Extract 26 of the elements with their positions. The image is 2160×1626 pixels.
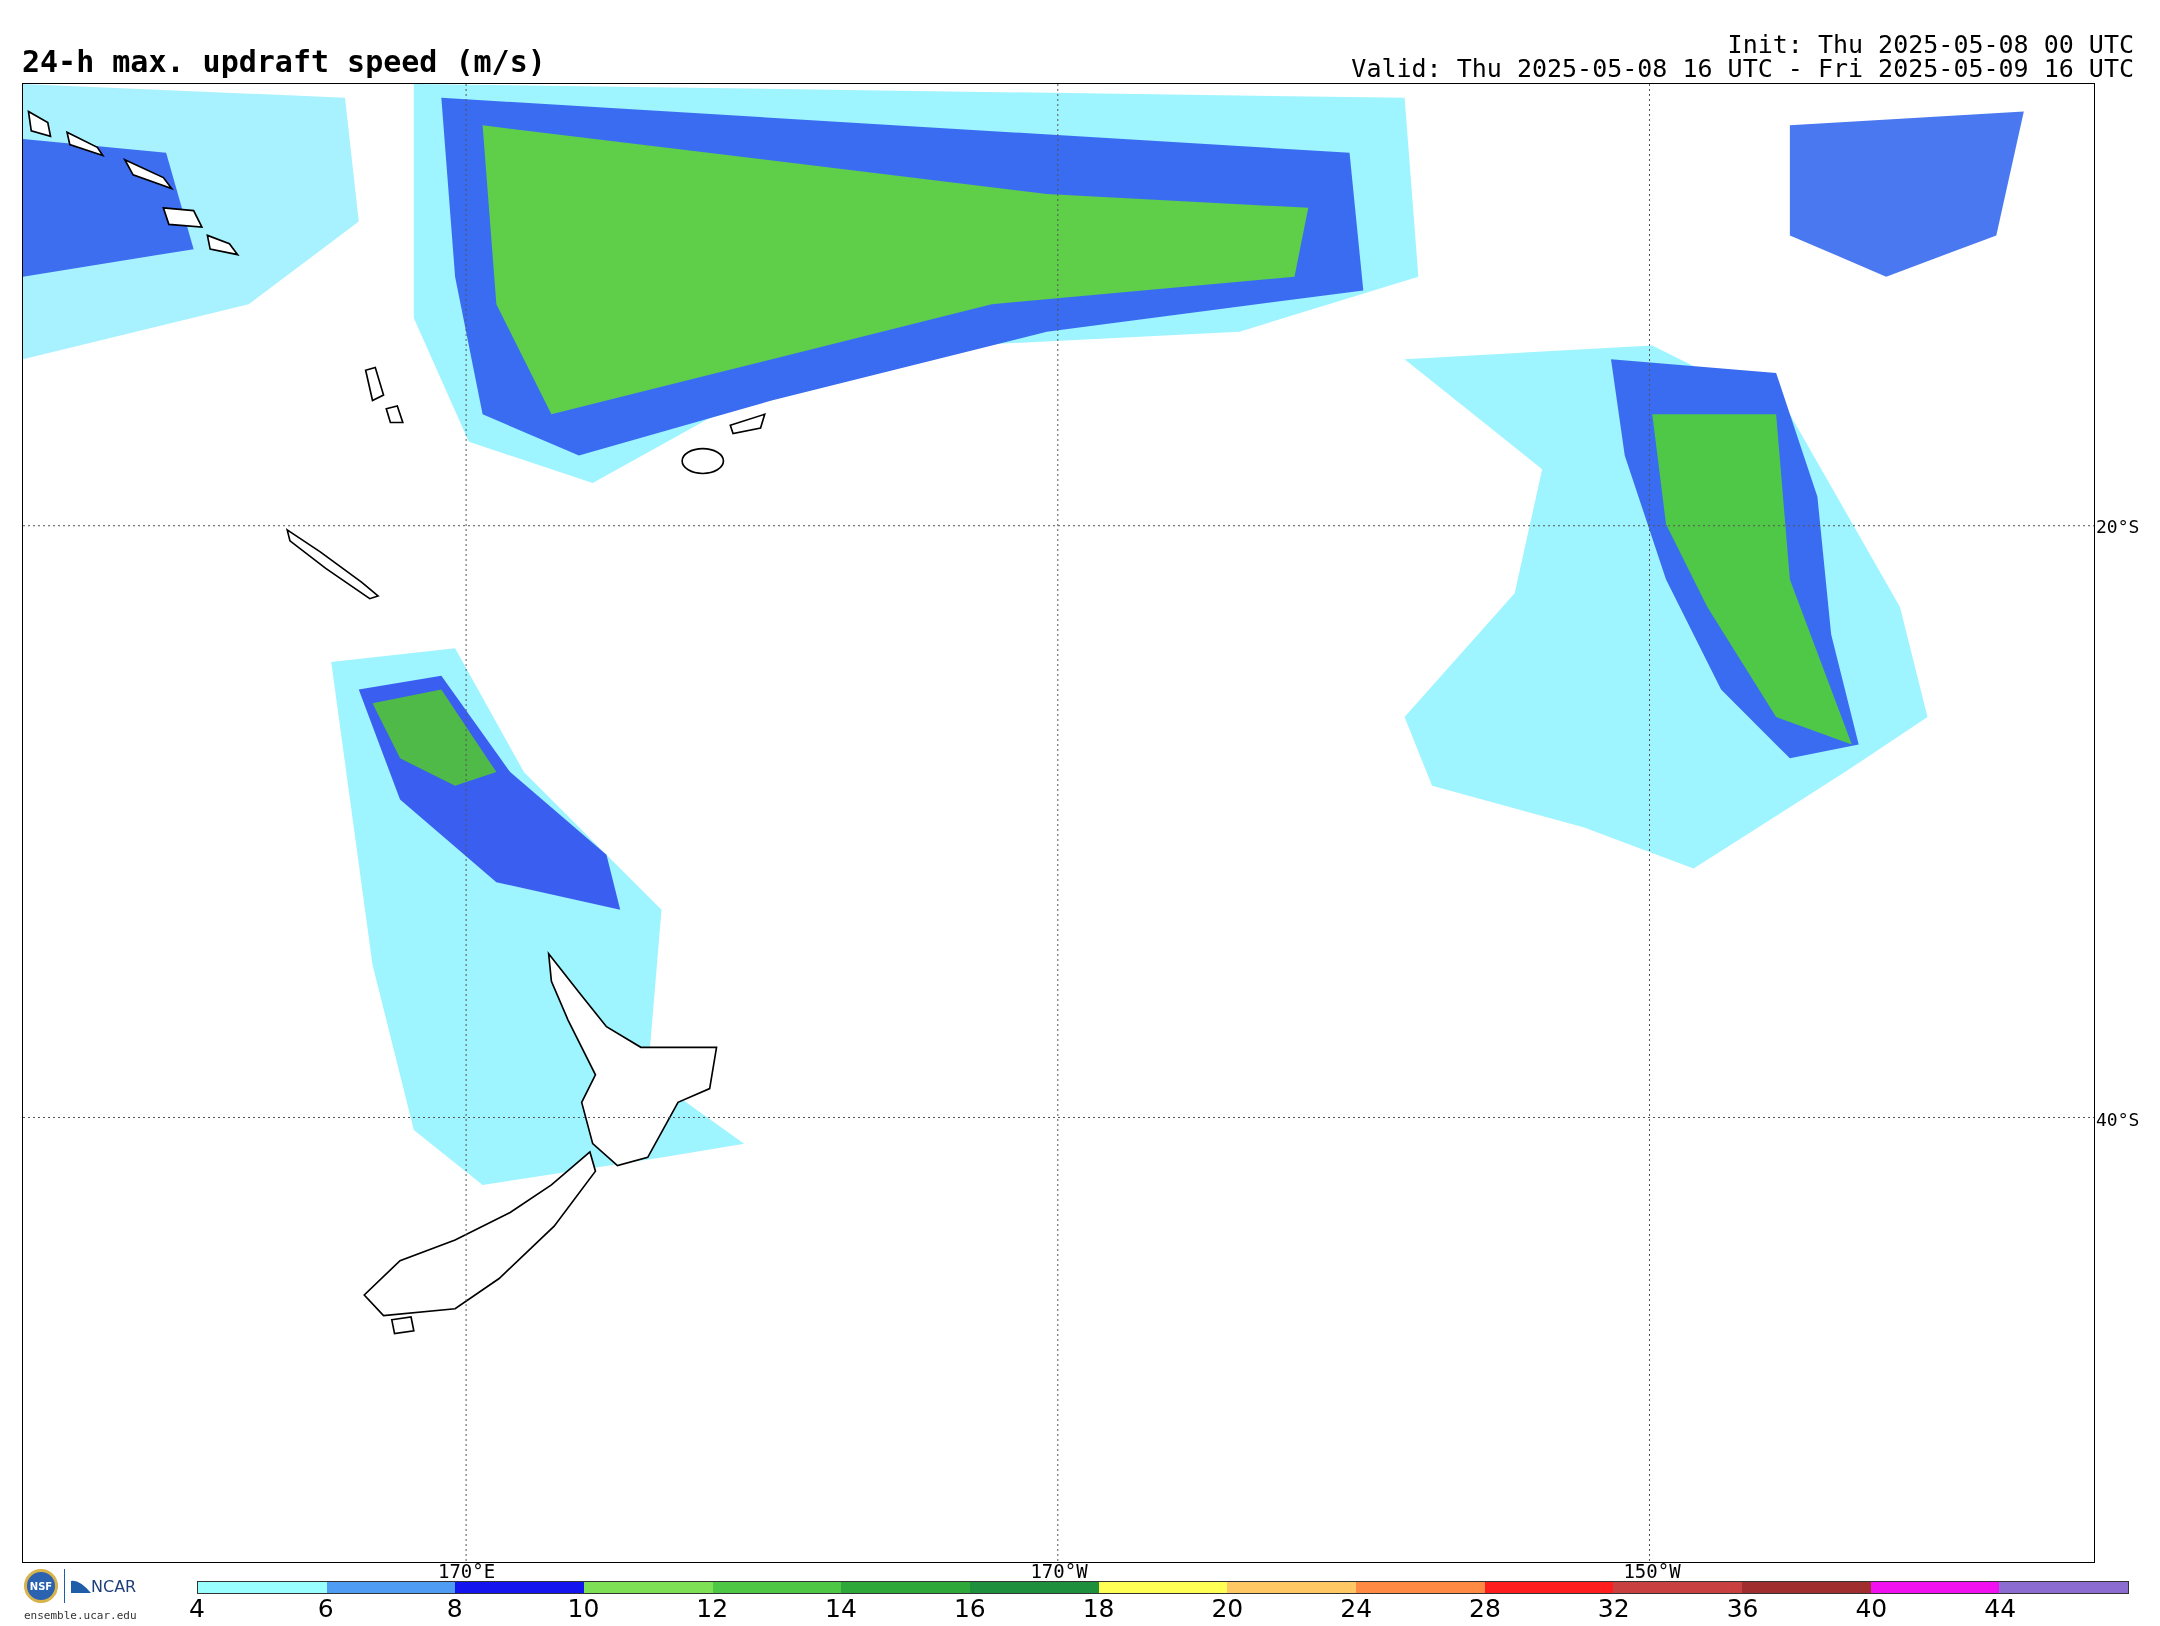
scale-tick-label: 8 [446,1594,463,1624]
scale-tick-label: 20 [1211,1594,1244,1624]
nsf-logo: NSF [24,1569,58,1603]
longitude-label: 170°W [1030,1562,1088,1581]
scale-tick-label: 16 [953,1594,986,1624]
scale-tick-label: 44 [1984,1594,2017,1624]
scale-tick-label: 4 [189,1594,205,1624]
latitude-label: 40°S [2096,1108,2140,1130]
valid-time: Valid: Thu 2025-05-08 16 UTC - Fri 2025-05-09 16 UTC [1351,57,2134,81]
website-url: ensemble.ucar.edu [24,1609,138,1622]
init-time: Init: Thu 2025-05-08 00 UTC [1726,33,2134,57]
scale-tick-label: 6 [317,1594,334,1624]
scale-tick-label: 14 [825,1594,857,1624]
longitude-label: 150°W [1623,1562,1681,1581]
ncar-logo: NCAR [71,1576,137,1596]
scale-tick-label: 32 [1597,1594,1630,1624]
scale-tick-label: 18 [1082,1594,1115,1624]
scale-tick-label: 36 [1726,1594,1759,1624]
scale-tick-label: 10 [567,1594,600,1624]
scale-tick-label: 24 [1340,1594,1373,1624]
scale-tick-label: 28 [1469,1594,1501,1624]
scale-tick-label: 40 [1855,1594,1888,1624]
longitude-label: 170°E [438,1562,496,1581]
latitude-label: 20°S [2096,515,2140,537]
scale-tick-label: 12 [696,1594,729,1624]
chart-title: 24-h max. updraft speed (m/s) [22,44,546,81]
